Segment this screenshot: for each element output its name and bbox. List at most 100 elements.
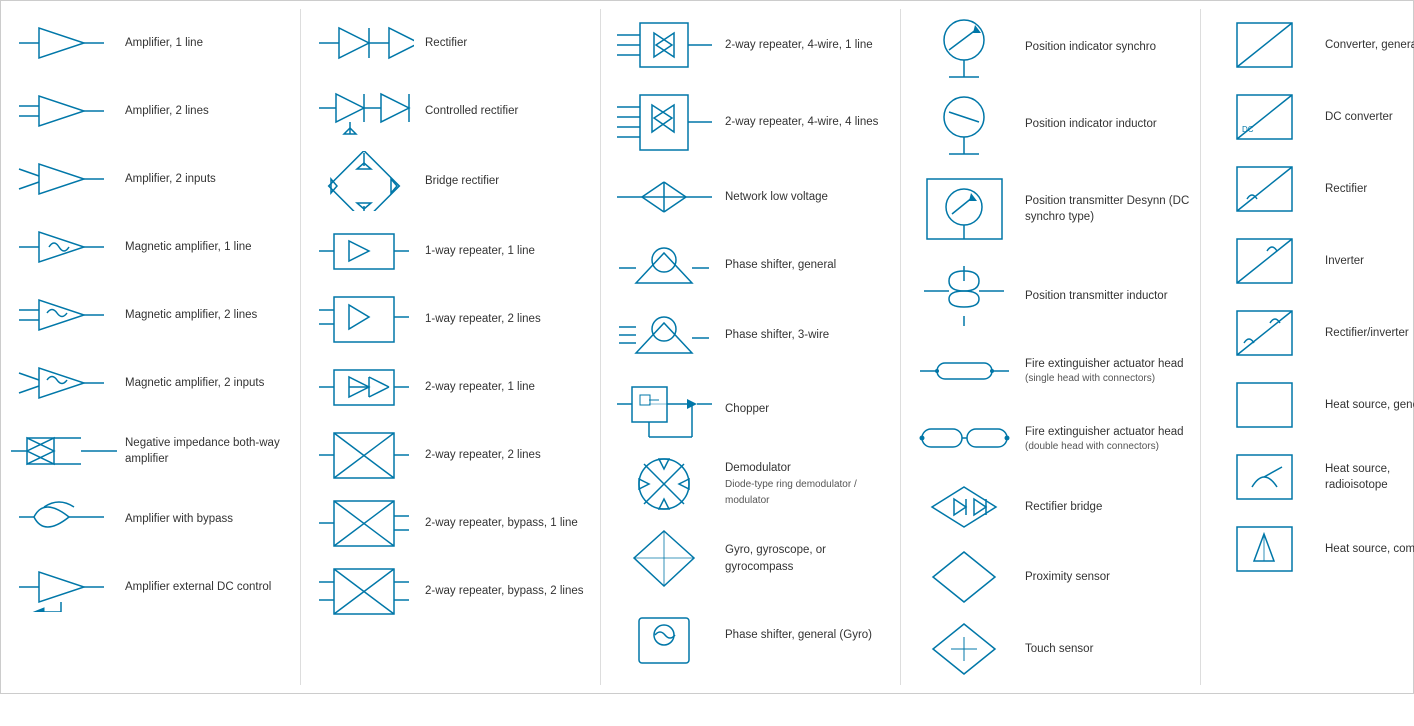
list-item: Position transmitter Desynn (DC synchro … — [905, 163, 1196, 255]
symbol-tch1 — [909, 619, 1019, 679]
label-rep6: 2-way repeater, bypass, 2 lines — [419, 583, 592, 599]
list-item: Touch sensor — [905, 613, 1196, 685]
list-item: 1-way repeater, 2 lines — [305, 285, 596, 353]
label-brec1: Bridge rectifier — [419, 173, 592, 189]
symbol-psh1 — [609, 238, 719, 293]
symbol-pos2 — [909, 92, 1019, 157]
list-item: 2-way repeater, 4-wire, 4 lines — [605, 81, 896, 163]
label-ext1: Amplifier external DC control — [119, 579, 292, 595]
symbol-amp2 — [9, 91, 119, 131]
list-item: Demodulator Diode-type ring demodulator … — [605, 448, 896, 520]
label-amp2: Amplifier, 2 lines — [119, 103, 292, 119]
list-item: Amplifier, 2 inputs — [5, 145, 296, 213]
label-hsr1: Heat source, radioisotope — [1319, 461, 1414, 493]
symbol-pos1 — [909, 15, 1019, 80]
list-item: Phase shifter, general — [605, 231, 896, 299]
label-chp1: Chopper — [719, 401, 892, 417]
label-ptr2: Position transmitter inductor — [1019, 288, 1192, 304]
list-item: Chopper — [605, 371, 896, 448]
symbol-psh2 — [609, 305, 719, 365]
list-item: 2-way repeater, bypass, 1 line — [305, 489, 596, 557]
list-item: Amplifier external DC control — [5, 553, 296, 621]
label-tch1: Touch sensor — [1019, 641, 1192, 657]
label-pos2: Position indicator inductor — [1019, 116, 1192, 132]
label-hsc1: Heat source, combustion — [1319, 541, 1414, 557]
symbol-byp1 — [9, 492, 119, 547]
label-mag1: Magnetic amplifier, 1 line — [119, 239, 292, 255]
label-rpt2: 2-way repeater, 4-wire, 4 lines — [719, 114, 892, 130]
svg-text:DC: DC — [1242, 125, 1254, 134]
symbol-ptr1 — [909, 169, 1019, 249]
label-rpt1: 2-way repeater, 4-wire, 1 line — [719, 37, 892, 53]
symbol-crec1 — [309, 86, 419, 136]
list-item: Gyro, gyroscope, or gyrocompass — [605, 520, 896, 597]
symbol-prx1 — [909, 547, 1019, 607]
list-item: Amplifier, 2 lines — [5, 77, 296, 145]
list-item: Phase shifter, general (Gyro) — [605, 597, 896, 674]
list-item: Amplifier, 1 line — [5, 9, 296, 77]
list-item: Negative impedance both-way amplifier — [5, 417, 296, 485]
symbol-rep6 — [309, 564, 419, 619]
symbol-brec1 — [309, 151, 419, 211]
list-item: Rectifier/inverter — [1205, 297, 1414, 369]
symbol-rep1 — [309, 226, 419, 276]
label-rep5: 2-way repeater, bypass, 1 line — [419, 515, 592, 531]
label-rep1: 1-way repeater, 1 line — [419, 243, 592, 259]
column-1: Amplifier, 1 line Amplifier, 2 lines — [1, 9, 301, 685]
symbol-mag2 — [9, 295, 119, 335]
list-item: Phase shifter, 3-wire — [605, 299, 896, 371]
label-psg1: Phase shifter, general (Gyro) — [719, 627, 892, 643]
column-3: 2-way repeater, 4-wire, 1 line 2-way rep… — [601, 9, 901, 685]
list-item: Fire extinguisher actuator head (single … — [905, 337, 1196, 405]
column-5: Converter, general DC DC converter — [1201, 9, 1414, 685]
list-item: Magnetic amplifier, 2 lines — [5, 281, 296, 349]
column-2: Rectifier Controlled rectifier — [301, 9, 601, 685]
symbol-ext1 — [9, 562, 119, 612]
label-gyr1: Gyro, gyroscope, or gyrocompass — [719, 542, 892, 574]
label-neg1: Negative impedance both-way amplifier — [119, 435, 292, 467]
label-fir2: Fire extinguisher actuator head (double … — [1019, 424, 1192, 454]
label-amp3: Amplifier, 2 inputs — [119, 171, 292, 187]
symbol-fir1 — [909, 351, 1019, 391]
label-mag3: Magnetic amplifier, 2 inputs — [119, 375, 292, 391]
symbol-neg1 — [9, 426, 119, 476]
list-item: 2-way repeater, 2 lines — [305, 421, 596, 489]
list-item: Converter, general — [1205, 9, 1414, 81]
list-item: Amplifier with bypass — [5, 485, 296, 553]
symbol-rec2 — [1209, 159, 1319, 219]
list-item: Magnetic amplifier, 1 line — [5, 213, 296, 281]
list-item: Heat source, combustion — [1205, 513, 1414, 585]
label-rec1: Rectifier — [419, 35, 592, 51]
symbol-rci1 — [1209, 303, 1319, 363]
symbol-rep4 — [309, 428, 419, 483]
symbol-chart: Amplifier, 1 line Amplifier, 2 lines — [0, 0, 1414, 694]
list-item: Bridge rectifier — [305, 145, 596, 217]
label-rep2: 1-way repeater, 2 lines — [419, 311, 592, 327]
list-item: 2-way repeater, bypass, 2 lines — [305, 557, 596, 625]
label-prx1: Proximity sensor — [1019, 569, 1192, 585]
list-item: Rectifier bridge — [905, 473, 1196, 541]
label-rec2: Rectifier — [1319, 181, 1414, 197]
list-item: Rectifier — [305, 9, 596, 77]
list-item: Rectifier — [1205, 153, 1414, 225]
list-item: Controlled rectifier — [305, 77, 596, 145]
symbol-gyr1 — [609, 526, 719, 591]
symbol-fir2 — [909, 417, 1019, 462]
label-ptr1: Position transmitter Desynn (DC synchro … — [1019, 193, 1192, 225]
list-item: Inverter — [1205, 225, 1414, 297]
list-item: 2-way repeater, 1 line — [305, 353, 596, 421]
list-item: DC DC converter — [1205, 81, 1414, 153]
label-cvg1: Converter, general — [1319, 37, 1414, 53]
symbol-rep2 — [309, 292, 419, 347]
label-hsg1: Heat source, general — [1319, 397, 1414, 413]
label-inv1: Inverter — [1319, 253, 1414, 269]
label-rep3: 2-way repeater, 1 line — [419, 379, 592, 395]
symbol-hsg1 — [1209, 375, 1319, 435]
symbol-nlv1 — [609, 172, 719, 222]
symbol-chp1 — [609, 377, 719, 442]
list-item: 1-way repeater, 1 line — [305, 217, 596, 285]
symbol-ptr2 — [909, 261, 1019, 331]
label-pos1: Position indicator synchro — [1019, 39, 1192, 55]
symbol-rpt2 — [609, 87, 719, 157]
symbol-rec1 — [309, 23, 419, 63]
